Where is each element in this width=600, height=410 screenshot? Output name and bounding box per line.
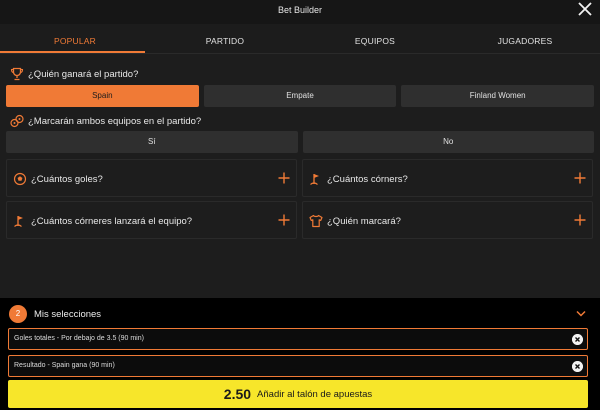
corner-flag-icon — [310, 174, 319, 185]
winner-question-text: ¿Quién ganará el partido? — [28, 68, 139, 80]
option-spain[interactable]: Spain — [6, 85, 199, 107]
plus-icon[interactable] — [278, 172, 290, 184]
winner-options: Spain Empate Finland Women — [6, 85, 595, 107]
selections-count-badge: 2 — [9, 305, 27, 323]
selection-item: Goles totales - Por debajo de 3.5 (90 mi… — [8, 328, 588, 350]
cta-odds: 2.50 — [223, 386, 252, 402]
close-icon[interactable] — [577, 1, 593, 17]
market-goals-label: ¿Cuántos goles? — [31, 174, 103, 185]
add-to-betslip-button[interactable]: 2.50 Añadir al talón de apuestas — [8, 380, 588, 408]
btts-question: ¿Marcarán ambos equipos en el partido? — [10, 114, 201, 128]
tab-jugadores[interactable]: JUGADORES — [450, 24, 600, 53]
market-corners-label: ¿Cuántos córners? — [327, 174, 408, 185]
selection-item-text: Resultado - Spain gana (90 min) — [14, 362, 115, 369]
ball-icon — [13, 172, 27, 186]
selections-title: Mis selecciones — [34, 308, 102, 320]
tab-bar: POPULAR PARTIDO EQUIPOS JUGADORES — [0, 24, 600, 54]
option-finland-women[interactable]: Finland Women — [401, 85, 595, 107]
option-no[interactable]: No — [302, 131, 594, 153]
selection-item-text: Goles totales - Por debajo de 3.5 (90 mi… — [14, 335, 144, 342]
remove-selection-icon[interactable] — [572, 334, 583, 345]
btts-question-text: ¿Marcarán ambos equipos en el partido? — [28, 115, 202, 127]
btts-options: Sí No — [6, 131, 594, 153]
page-title: Bet Builder — [277, 5, 323, 15]
winner-question: ¿Quién ganará el partido? — [10, 67, 138, 81]
chevron-down-icon[interactable] — [576, 310, 586, 318]
selections-header[interactable]: 2 Mis selecciones — [9, 305, 101, 323]
selection-item: Resultado - Spain gana (90 min) — [8, 355, 588, 377]
header-bar: Bet Builder — [0, 0, 600, 24]
plus-icon[interactable] — [278, 214, 290, 226]
option-empate[interactable]: Empate — [203, 85, 397, 107]
plus-icon[interactable] — [574, 172, 586, 184]
tab-partido[interactable]: PARTIDO — [150, 24, 300, 53]
trophy-icon — [10, 67, 24, 81]
shirt-icon — [309, 214, 323, 228]
plus-icon[interactable] — [574, 214, 586, 226]
market-team-corners[interactable]: ¿Cuántos córneres lanzará el equipo? — [6, 201, 297, 239]
remove-selection-icon[interactable] — [572, 361, 583, 372]
tab-popular[interactable]: POPULAR — [0, 24, 150, 53]
option-si[interactable]: Sí — [6, 131, 298, 153]
corner-flag-icon — [14, 216, 23, 227]
market-goals[interactable]: ¿Cuántos goles? — [6, 159, 297, 197]
tab-equipos[interactable]: EQUIPOS — [300, 24, 450, 53]
soccer-balls-icon — [10, 114, 24, 128]
selections-panel: 2 Mis selecciones Goles totales - Por de… — [0, 298, 600, 410]
market-scorer[interactable]: ¿Quién marcará? — [302, 201, 593, 239]
cta-label: Añadir al talón de apuestas — [257, 388, 373, 400]
market-scorer-label: ¿Quién marcará? — [327, 216, 401, 227]
market-corners[interactable]: ¿Cuántos córners? — [302, 159, 593, 197]
market-team-corners-label: ¿Cuántos córneres lanzará el equipo? — [31, 216, 193, 227]
